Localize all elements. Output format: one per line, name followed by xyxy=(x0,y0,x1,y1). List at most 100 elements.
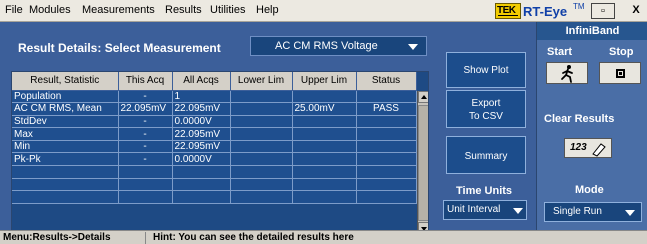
table-row[interactable]: AC CM RMS, Mean 22.095mV 22.095mV 25.00mV PA… xyxy=(12,102,417,116)
menu-results[interactable]: Results xyxy=(165,4,202,16)
table-cell: - xyxy=(118,152,173,167)
table-cell xyxy=(356,178,417,192)
start-label: Start xyxy=(547,46,573,58)
table-cell: - xyxy=(118,127,173,141)
scroll-thumb[interactable] xyxy=(418,105,428,221)
chevron-down-icon xyxy=(625,210,635,216)
show-plot-button[interactable]: Show Plot xyxy=(446,52,526,88)
measurement-select[interactable]: AC CM RMS Voltage xyxy=(250,36,427,56)
table-scrollbar[interactable] xyxy=(417,91,428,233)
infiniband-panel: InfiniBand Start Stop Clear Results 123 … xyxy=(536,22,647,230)
time-units-select[interactable]: Unit Interval xyxy=(443,200,527,220)
col-result-statistic: Result, Statistic xyxy=(12,72,119,91)
scroll-up-icon[interactable] xyxy=(418,91,428,103)
table-cell xyxy=(118,178,173,192)
col-upper-lim: Upper Lim xyxy=(292,72,357,91)
table-cell: PASS xyxy=(356,102,417,116)
table-cell xyxy=(230,152,293,167)
table-cell: - xyxy=(118,90,173,104)
table-row[interactable]: StdDev -0.0000V xyxy=(12,115,417,129)
table-cell xyxy=(230,178,293,192)
table-cell xyxy=(172,165,231,179)
stop-icon xyxy=(616,69,625,78)
table-row[interactable] xyxy=(12,178,417,192)
col-lower-lim: Lower Lim xyxy=(230,72,293,91)
table-cell: 25.00mV xyxy=(292,102,357,116)
summary-button[interactable]: Summary xyxy=(446,136,526,174)
eraser-icon xyxy=(592,143,606,157)
table-cell xyxy=(230,190,293,204)
table-cell xyxy=(118,190,173,204)
table-header-row: Result, Statistic This Acq All Acqs Lowe… xyxy=(12,72,417,91)
col-this-acq: This Acq xyxy=(118,72,173,91)
menu-modules[interactable]: Modules xyxy=(29,4,71,16)
status-menu-path: Menu:Results->Details xyxy=(0,232,146,244)
table-cell: 22.095mV xyxy=(118,102,173,116)
time-units-value: Unit Interval xyxy=(447,204,501,215)
table-row[interactable]: Max -22.095mV xyxy=(12,127,417,141)
status-hint: Hint: You can see the detailed results h… xyxy=(153,232,354,243)
table-cell xyxy=(356,165,417,179)
results-table: Result, Statistic This Acq All Acqs Lowe… xyxy=(11,71,429,234)
mode-select[interactable]: Single Run xyxy=(544,202,642,222)
menu-bar: File Modules Measurements Results Utilit… xyxy=(0,0,647,22)
menu-measurements[interactable]: Measurements xyxy=(82,4,155,16)
table-cell xyxy=(118,165,173,179)
table-cell xyxy=(356,190,417,204)
table-cell xyxy=(356,127,417,141)
mode-label: Mode xyxy=(575,184,604,196)
clear-results-label: Clear Results xyxy=(544,113,615,125)
col-status: Status xyxy=(356,72,417,91)
result-details-panel: Result Details: Select Measurement AC CM… xyxy=(0,22,536,234)
app-name: RT-Eye xyxy=(523,4,568,19)
trademark: TM xyxy=(573,2,585,11)
mode-select-value: Single Run xyxy=(553,206,602,217)
table-cell: 0.0000V xyxy=(172,152,231,167)
stop-label: Stop xyxy=(609,46,634,58)
table-cell: - xyxy=(118,115,173,129)
table-cell xyxy=(292,152,357,167)
time-units-label: Time Units xyxy=(456,185,513,197)
menu-utilities[interactable]: Utilities xyxy=(210,4,245,16)
table-cell xyxy=(172,190,231,204)
clear-results-button[interactable]: 123 xyxy=(564,138,612,158)
col-all-acqs: All Acqs xyxy=(172,72,231,91)
table-row[interactable] xyxy=(12,190,417,204)
table-cell xyxy=(356,152,417,167)
table-cell xyxy=(356,115,417,129)
table-cell: Max xyxy=(12,127,119,141)
export-csv-button[interactable]: Export To CSV xyxy=(446,90,526,128)
table-cell: 1 xyxy=(172,90,231,104)
menu-help[interactable]: Help xyxy=(256,4,279,16)
status-bar: Menu:Results->Details Hint: You can see … xyxy=(0,230,647,244)
table-cell: 22.095mV xyxy=(172,127,231,141)
minimize-icon: ▫ xyxy=(601,5,605,17)
export-label-line2: To CSV xyxy=(469,111,503,122)
stop-button[interactable] xyxy=(599,62,641,84)
table-cell: 22.095mV xyxy=(172,140,231,154)
tek-logo-icon: TEK xyxy=(495,3,521,19)
table-cell: 0.0000V xyxy=(172,115,231,129)
table-cell xyxy=(292,165,357,179)
table-row[interactable]: Population -1 xyxy=(12,90,417,104)
table-row[interactable]: Pk-Pk -0.0000V xyxy=(12,152,417,167)
table-cell: 22.095mV xyxy=(172,102,231,116)
table-cell xyxy=(230,102,293,116)
table-cell xyxy=(292,190,357,204)
table-cell: - xyxy=(118,140,173,154)
table-row[interactable] xyxy=(12,165,417,179)
table-cell xyxy=(292,140,357,154)
minimize-button[interactable]: ▫ xyxy=(591,3,615,19)
table-cell xyxy=(292,115,357,129)
table-cell xyxy=(230,115,293,129)
start-button[interactable] xyxy=(546,62,588,84)
table-cell xyxy=(12,190,119,204)
menu-file[interactable]: File xyxy=(5,4,23,16)
measurement-select-value: AC CM RMS Voltage xyxy=(275,40,378,52)
table-row[interactable]: Min -22.095mV xyxy=(12,140,417,154)
chevron-down-icon xyxy=(513,208,523,214)
table-cell xyxy=(12,165,119,179)
table-cell xyxy=(292,178,357,192)
close-button[interactable]: X xyxy=(628,3,644,19)
close-icon: X xyxy=(632,4,640,16)
